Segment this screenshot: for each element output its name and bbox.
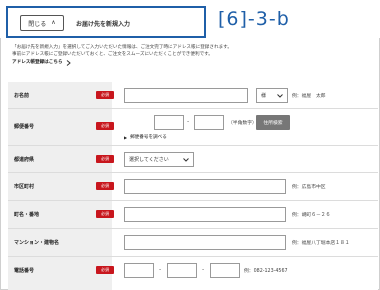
address-book-link-label: アドレス帳登録はこちら — [12, 60, 63, 65]
intro-line-2: 事前にアドレス帳にご登録いただいておくと、ご注文をスムーズにいただくことができ便… — [12, 52, 213, 57]
chevron-right-icon — [66, 59, 71, 66]
street-label: 町名・番地 — [14, 212, 40, 218]
close-button-label: 閉じる — [28, 20, 47, 28]
honorific-value: 様 — [261, 93, 267, 99]
phone-input-1[interactable] — [124, 263, 154, 278]
zip-lookup-link[interactable]: ▶ 郵便番号を調べる — [124, 134, 167, 141]
honorific-select[interactable]: 様 — [256, 88, 288, 103]
phone-input-3[interactable] — [210, 263, 240, 278]
phone-label: 電話番号 — [14, 268, 35, 274]
address-search-button[interactable]: 住所検索 — [256, 115, 290, 130]
building-label: マンション・建物名 — [14, 240, 60, 246]
city-input[interactable] — [124, 179, 286, 194]
required-badge: 必須 — [96, 182, 114, 190]
name-label: お名前 — [14, 93, 30, 99]
zip-dash: - — [187, 118, 190, 125]
modal-title: お届け先を新規入力 — [76, 21, 131, 28]
name-example: 例：福屋 太郎 — [292, 94, 326, 99]
phone-dash-1: - — [159, 266, 162, 273]
highlight-box: 閉じる ∧ お届け先を新規入力 — [6, 6, 206, 38]
address-book-link[interactable]: アドレス帳登録はこちら — [12, 59, 71, 66]
required-badge: 必須 — [96, 91, 114, 99]
city-label: 市区町村 — [14, 184, 35, 190]
phone-row: 電話番号 必須 - - 例：082-123-4567 — [8, 257, 378, 290]
step-label: [6]-3-b — [218, 8, 290, 30]
phone-example: 例：082-123-4567 — [244, 269, 288, 274]
close-button[interactable]: 閉じる ∧ — [20, 15, 64, 31]
city-example: 例：広島市中区 — [292, 185, 326, 190]
city-row: 市区町村 必須 例：広島市中区 — [8, 173, 378, 200]
triangle-right-icon: ▶ — [124, 134, 128, 140]
prefecture-row: 都道府県 必須 選択してください — [8, 146, 378, 172]
intro-line-1: 「お届け先を新規入力」を選択してご入力いただいた情報は、ご注文完了時にアドレス帳… — [12, 45, 232, 50]
address-form: お名前 必須 様 例：福屋 太郎 郵便番号 必須 - （半角数字） 住所検索 ▶… — [8, 82, 378, 290]
chevron-up-icon: ∧ — [51, 19, 56, 26]
prefecture-select[interactable]: 選択してください — [124, 152, 194, 167]
zip-label: 郵便番号 — [14, 124, 35, 130]
street-row: 町名・番地 必須 例：胡町６－２６ — [8, 201, 378, 228]
prefecture-label: 都道府県 — [14, 157, 35, 163]
zip-input-2[interactable] — [194, 115, 224, 130]
phone-input-2[interactable] — [167, 263, 197, 278]
intro-text: 「お届け先を新規入力」を選択してご入力いただいた情報は、ご注文完了時にアドレス帳… — [12, 44, 372, 66]
required-badge: 必須 — [96, 266, 114, 274]
street-input[interactable] — [124, 207, 286, 222]
zip-note: （半角数字） — [228, 121, 257, 126]
zip-input-1[interactable] — [154, 115, 184, 130]
building-example: 例：福屋八丁堀本店１８１ — [292, 241, 350, 246]
street-example: 例：胡町６－２６ — [292, 213, 331, 218]
zip-row: 郵便番号 必須 - （半角数字） 住所検索 ▶ 郵便番号を調べる — [8, 109, 378, 145]
required-badge: 必須 — [96, 122, 114, 130]
chevron-down-icon — [183, 157, 189, 162]
name-input[interactable] — [124, 88, 248, 103]
phone-dash-2: - — [202, 266, 205, 273]
building-input[interactable] — [124, 235, 286, 250]
zip-lookup-label: 郵便番号を調べる — [130, 135, 167, 140]
modal-header: 閉じる ∧ お届け先を新規入力 [6]-3-b — [0, 0, 380, 38]
building-row: マンション・建物名 例：福屋八丁堀本店１８１ — [8, 229, 378, 256]
required-badge: 必須 — [96, 155, 114, 163]
required-badge: 必須 — [96, 210, 114, 218]
name-row: お名前 必須 様 例：福屋 太郎 — [8, 82, 378, 108]
prefecture-placeholder: 選択してください — [129, 157, 169, 163]
chevron-down-icon — [277, 93, 283, 98]
